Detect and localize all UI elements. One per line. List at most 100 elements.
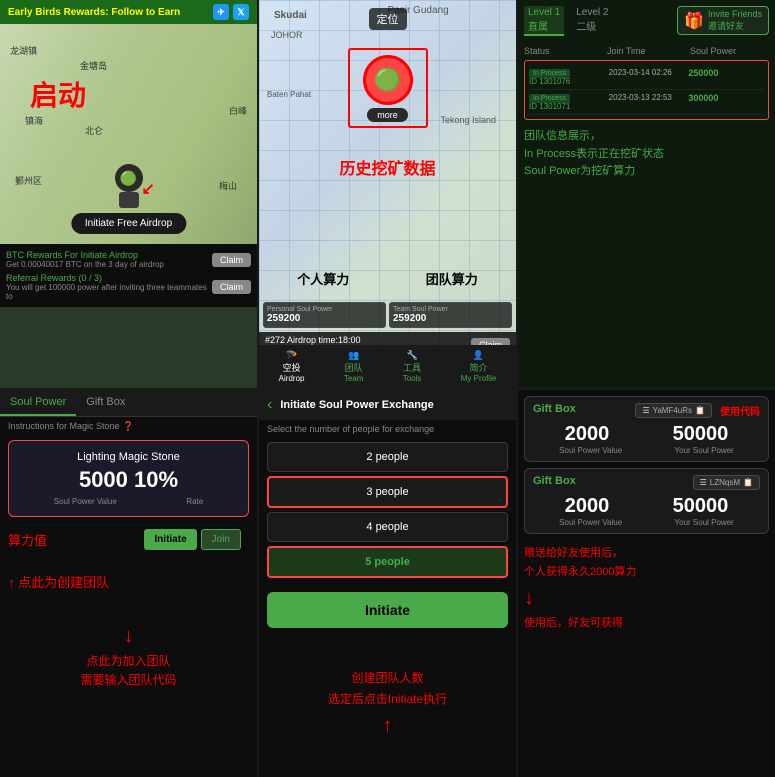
cell6-gift1-title: Gift Box: [533, 403, 576, 415]
social-icons: ✈ 𝕏: [213, 4, 249, 20]
cell1-arrow: ↙: [141, 179, 154, 199]
cell2-airdrop-time: #272 Airdrop time:18:00: [265, 335, 361, 345]
cell2-stat2-label: Team Soul Power: [393, 306, 508, 313]
map-label-1: 龙湖镇: [10, 44, 37, 57]
map-skudai: Skudai: [274, 10, 307, 21]
nav-profile-icon: 👤: [461, 350, 497, 361]
nav-tools[interactable]: 🔧 工具 Tools: [403, 350, 422, 383]
cell5-option-3people[interactable]: 3 people: [267, 476, 508, 508]
twitter-icon[interactable]: 𝕏: [233, 4, 249, 20]
cell6-gift2-labels: Soul Power Value Your Soul Power: [533, 518, 760, 527]
cell1-claim-button[interactable]: Claim: [212, 253, 251, 267]
cell3-invite-button[interactable]: 🎁 Invite Friends 邀请好友: [677, 6, 769, 35]
cell5-initiate-button[interactable]: Initiate: [267, 592, 508, 628]
cell5-back-button[interactable]: ‹: [267, 396, 272, 414]
cell6-gift1-value-a: 2000: [565, 423, 610, 446]
telegram-icon[interactable]: ✈: [213, 4, 229, 20]
cell3-row1-soul: 250000: [688, 68, 718, 78]
cell1-referral-label: Referral Rewards (0 / 3): [6, 273, 212, 283]
nav-team[interactable]: 👥 团队 Team: [344, 350, 364, 383]
cell3-row1-time: 2023-03-14 02:26: [609, 68, 672, 77]
cell6-gift2-values: 2000 50000: [533, 495, 760, 518]
cell5-option-5people[interactable]: 5 people: [267, 546, 508, 578]
map-label-7: 梅山: [219, 179, 237, 192]
cell5-option-4people[interactable]: 4 people: [267, 512, 508, 542]
nav-team-sublabel: Team: [344, 374, 364, 383]
cell3-level1-sublabel: 直属: [528, 18, 560, 33]
cell3-row2-time: 2023-03-13 22:53: [609, 93, 672, 102]
table-row-1: In Process ID 1301076 2023-03-14 02:26 2…: [529, 65, 764, 90]
cell6-gift2-value-a: 2000: [565, 495, 610, 518]
cell3-tab-level1[interactable]: Level 1 直属: [524, 6, 564, 36]
cell6-desc-line1: 赠送给好友使用后，: [524, 544, 769, 564]
cell3-level1-label: Level 1: [528, 7, 560, 18]
cell4-join-button[interactable]: Join: [201, 529, 241, 550]
nav-tools-sublabel: Tools: [403, 374, 422, 383]
cell6-gift1-header: Gift Box ☰ YaMF4uRs 📋 使用代码: [533, 403, 760, 419]
cell6-gift2-code: LZNqsM: [710, 478, 740, 487]
cell4-tab-soul-power[interactable]: Soul Power: [0, 390, 76, 416]
table-row-2: In Process ID 1301071 2023-03-13 22:53 3…: [529, 90, 764, 115]
cell-invite-friends: Level 1 直属 Level 2 二级 🎁 Invite Friends 邀…: [518, 0, 775, 388]
cell3-row2-soul: 300000: [688, 93, 718, 103]
nav-team-label: 团队: [344, 361, 364, 374]
cell4-join-desc2: 需要输入团队代码: [8, 671, 249, 690]
cell6-desc-cn: 赠送给好友使用后， 个人获得永久2000算力: [524, 540, 769, 588]
cell3-level2-sublabel: 二级: [576, 18, 608, 33]
cell5-header: ‹ Initiate Soul Power Exchange: [259, 390, 516, 420]
cell1-airdrop-button[interactable]: Initiate Free Airdrop: [71, 213, 186, 234]
map-label-2: 金塘岛: [80, 59, 107, 72]
cell3-header: Level 1 直属 Level 2 二级 🎁 Invite Friends 邀…: [524, 6, 769, 42]
cell3-desc: 团队信息展示， In Process表示正在挖矿状态 Soul Power为挖矿…: [524, 128, 769, 181]
gift-icon: 🎁: [684, 11, 704, 31]
map-label-4: 北仑: [85, 124, 103, 137]
cell1-map: 龙湖镇 金塘岛 镇海 北仑 鄞州区 白峰 梅山 启动 🟢 ↙ Initiate …: [0, 24, 257, 244]
cell4-tab-gift-box[interactable]: Gift Box: [76, 390, 135, 416]
cell2-stat2-value: 259200: [393, 313, 508, 324]
cell1-btc-detail: Get 0.00040017 BTC on the 3 day of airdr…: [6, 260, 164, 269]
cell3-tab-level2[interactable]: Level 2 二级: [572, 6, 612, 36]
cell4-stone-title: Lighting Magic Stone: [19, 451, 238, 463]
cell6-gift2-code-box: ☰ LZNqsM 📋: [693, 475, 760, 490]
cell1-referral-detail: You will get 100000 power after inviting…: [6, 283, 212, 301]
cell5-option-2people[interactable]: 2 people: [267, 442, 508, 472]
cell4-stone-card: Lighting Magic Stone 5000 10% Soul Power…: [8, 440, 249, 517]
cell2-more-button[interactable]: more: [367, 108, 408, 122]
cell4-stone-label1: Soul Power Value: [54, 497, 117, 506]
cell2-team-label: 团队算力: [426, 269, 478, 288]
cell3-row2-time-cell: 2023-03-13 22:53: [609, 93, 685, 111]
cell4-stone-values: 5000 10%: [19, 467, 238, 493]
map-tekong: Tekong Island: [440, 115, 496, 125]
cell2-map-bg: Skudai Pasir Gudang JOHOR Baten Pahat Te…: [259, 0, 516, 388]
cell3-row2-id: ID 1301071: [529, 102, 605, 111]
nav-airdrop-icon: 🪂: [279, 350, 305, 361]
question-icon[interactable]: ❓: [123, 421, 134, 432]
copy-icon[interactable]: 📋: [695, 406, 705, 415]
map-label-3: 镇海: [25, 114, 43, 127]
cell1-claim-button-2[interactable]: Claim: [212, 280, 251, 294]
map-label-6: 白峰: [229, 104, 247, 117]
cell6-gift1-label-b: Your Soul Power: [675, 446, 734, 455]
nav-airdrop[interactable]: 🪂 空投 Airdrop: [279, 350, 305, 383]
nav-tools-icon: 🔧: [403, 350, 422, 361]
cell5-header-title: Initiate Soul Power Exchange: [280, 399, 433, 411]
cell6-desc-cn2: 使用后，好友可获得: [524, 614, 769, 630]
cell4-stone-label2: Rate: [186, 497, 203, 506]
cell3-invite-label1: Invite Friends: [708, 9, 762, 19]
cell2-stat1: Personal Soul Power 259200: [263, 302, 386, 328]
cell6-gift2-label-a: Soul Power Value: [559, 518, 622, 527]
cell2-stat2: Team Soul Power 259200: [389, 302, 512, 328]
main-grid: Early Birds Rewards: Follow to Earn ✈ 𝕏 …: [0, 0, 775, 777]
menu-icon-2: ☰: [700, 478, 707, 487]
cell2-history-label: 历史挖矿数据: [339, 155, 435, 179]
nav-profile[interactable]: 👤 简介 My Profile: [461, 350, 497, 383]
cell3-row1-time-cell: 2023-03-14 02:26: [609, 68, 685, 86]
cell4-join-desc1: 点此为加入团队: [8, 652, 249, 671]
cell4-stone-labels: Soul Power Value Rate: [19, 497, 238, 506]
copy-icon-2[interactable]: 📋: [743, 478, 753, 487]
cell3-desc2: In Process表示正在挖矿状态: [524, 146, 769, 164]
cell4-initiate-button[interactable]: Initiate: [144, 529, 196, 550]
cell3-row1-status-cell: In Process ID 1301076: [529, 68, 605, 86]
cell6-gift1-value-b: 50000: [673, 423, 729, 446]
cell6-gift1-label-a: Soul Power Value: [559, 446, 622, 455]
